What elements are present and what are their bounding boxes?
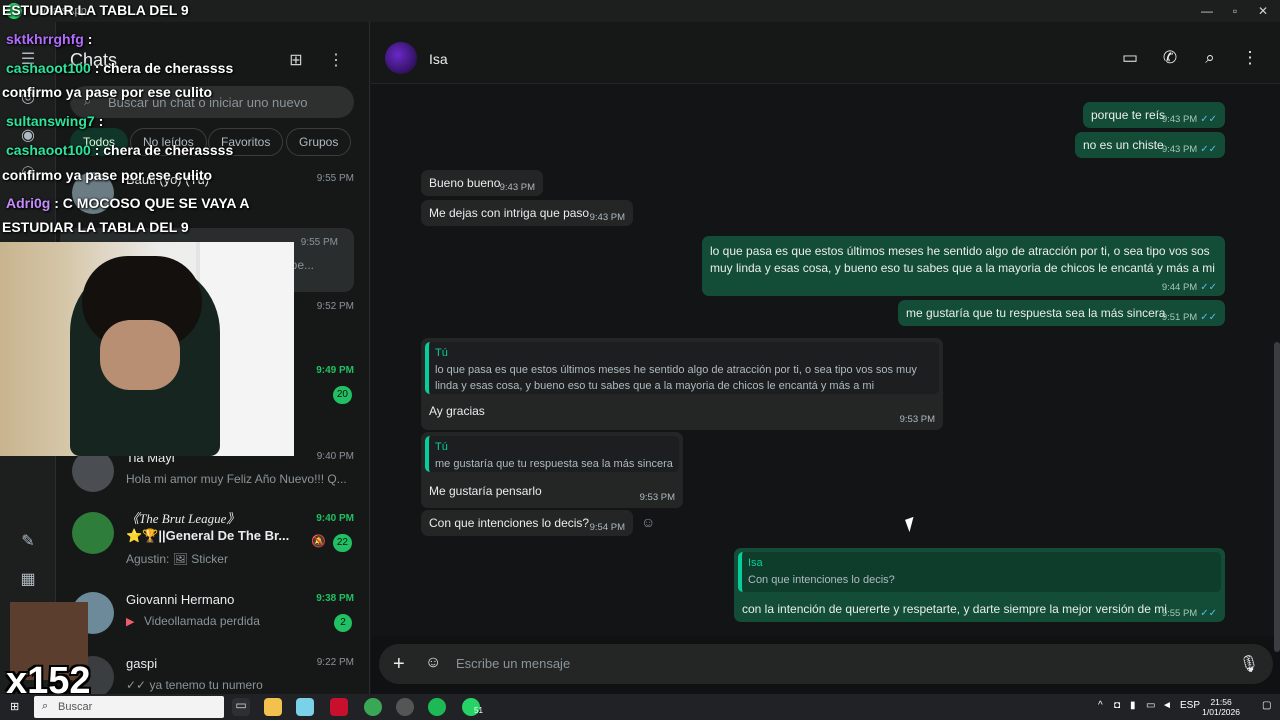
avatar xyxy=(72,450,114,492)
message-input[interactable]: Escribe un mensaje xyxy=(456,656,570,671)
chat-time: 9:22 PM xyxy=(316,657,354,668)
chat-preview: Hola mi amor muy Feliz Año Nuevo!!! Q... xyxy=(126,472,346,486)
chat-name-line2: ⭐🏆||General De The Br... xyxy=(126,528,290,543)
filter-chip-groups[interactable]: Grupos xyxy=(286,128,352,156)
chat-time: 9:38 PM xyxy=(316,593,354,604)
chat-time: 9:55 PM xyxy=(316,173,354,184)
sticker-icon[interactable]: ☺ xyxy=(425,654,441,672)
attach-plus-icon[interactable]: + xyxy=(393,653,405,676)
minimize-button[interactable]: — xyxy=(1192,2,1222,20)
chat-preview: ✓✓ ya tenemo tu numero xyxy=(126,678,263,692)
webcam-overlay xyxy=(0,242,294,456)
chat-preview: Videollamada perdida xyxy=(144,614,260,628)
stream-banner: ESTUDIAR LA TABLA DEL 9 xyxy=(2,2,189,18)
group-avatar xyxy=(72,512,114,554)
tray-icon[interactable]: ◘ xyxy=(1114,700,1120,711)
message-outgoing[interactable]: me gustaría que tu respuesta sea la más … xyxy=(898,300,1225,326)
starred-nav-icon[interactable]: ✎ xyxy=(18,532,38,552)
network-icon[interactable]: ▭ xyxy=(1146,700,1155,711)
voice-call-icon[interactable]: ✆ xyxy=(1159,48,1181,70)
notepad-icon[interactable] xyxy=(296,698,314,716)
chat-time: 9:55 PM xyxy=(300,237,338,248)
file-explorer-icon[interactable] xyxy=(264,698,282,716)
message-outgoing[interactable]: lo que pasa es que estos últimos meses h… xyxy=(702,236,1225,296)
unread-badge: 2 xyxy=(334,614,352,632)
menu-kebab-icon[interactable]: ⋮ xyxy=(326,50,346,70)
read-ticks-icon: ✓✓ xyxy=(1200,144,1217,155)
search-icon[interactable]: ⌕ xyxy=(1199,48,1221,70)
message-composer[interactable]: + ☺ Escribe un mensaje 🎙 xyxy=(379,644,1273,684)
quoted-message[interactable]: Isa Con que intenciones lo decis? xyxy=(738,552,1221,592)
taskbar-search[interactable]: ⌕ Buscar xyxy=(34,696,224,718)
menu-kebab-icon[interactable]: ⋮ xyxy=(1239,48,1261,70)
tray-chevron-icon[interactable]: ^ xyxy=(1098,700,1103,711)
media-nav-icon[interactable]: ▦ xyxy=(18,570,38,590)
task-view-icon[interactable]: ▭ xyxy=(232,698,250,716)
chat-row[interactable]: 《The Brut League》 ⭐🏆||General De The Br.… xyxy=(56,504,370,574)
chat-time: 9:40 PM xyxy=(316,513,354,524)
message-incoming[interactable]: Bueno bueno 9:43 PM xyxy=(421,170,543,196)
conversation-panel: Isa ▭ ✆ ⌕ ⋮ porque te reís 9:43 PM ✓✓ no … xyxy=(371,22,1280,694)
close-button[interactable]: ✕ xyxy=(1248,2,1278,20)
window-titlebar: WhatsApp — ▫ ✕ xyxy=(0,0,1280,22)
app-icon[interactable] xyxy=(330,698,348,716)
chat-preview: Agustin: 🖼 Sticker xyxy=(126,552,228,566)
microphone-icon[interactable]: 🎙 xyxy=(1239,654,1259,674)
taskbar-clock[interactable]: 21:56 1/01/2026 xyxy=(1202,697,1240,717)
chat-name: gaspi xyxy=(126,656,158,671)
language-indicator[interactable]: ESP xyxy=(1180,700,1200,711)
screen: WhatsApp — ▫ ✕ ☰ ◎ ◉ ⚇ ✎ ▦ Chats ⊞ ⋮ ⌕ B… xyxy=(0,0,1280,720)
stream-chat-line: sultanswing7 : xyxy=(6,113,104,129)
search-icon: ⌕ xyxy=(42,700,49,712)
quoted-message[interactable]: Tú lo que pasa es que estos últimos mese… xyxy=(425,342,939,394)
new-chat-icon[interactable]: ⊞ xyxy=(286,50,306,70)
windows-start-icon[interactable]: ⊞ xyxy=(10,700,22,713)
taskbar-whatsapp-badge: 51 xyxy=(474,706,483,715)
quoted-message[interactable]: Tú me gustaría que tu respuesta sea la m… xyxy=(425,436,679,472)
contact-name[interactable]: Isa xyxy=(429,51,448,67)
tray-icon[interactable]: ▮ xyxy=(1130,700,1136,711)
stream-chat-line: sktkhrrghfg : xyxy=(6,31,93,47)
stream-chat-line: ESTUDIAR LA TABLA DEL 9 xyxy=(2,219,189,235)
unread-badge: 22 xyxy=(332,534,352,552)
conversation-header: Isa ▭ ✆ ⌕ ⋮ xyxy=(371,22,1280,84)
maximize-button[interactable]: ▫ xyxy=(1220,2,1250,20)
volume-icon[interactable]: ◄ xyxy=(1162,700,1172,711)
read-ticks-icon: ✓✓ xyxy=(1200,282,1217,293)
chat-time: 9:40 PM xyxy=(316,451,354,462)
chat-time: 9:49 PM xyxy=(316,365,354,376)
windows-taskbar: ⊞ ⌕ Buscar ▭ 51 ^ ◘ ▮ ▭ ◄ ESP 21:56 1/01… xyxy=(0,694,1280,720)
contact-avatar[interactable] xyxy=(385,42,417,74)
message-outgoing[interactable]: no es un chiste 9:43 PM ✓✓ xyxy=(1075,132,1225,158)
obs-icon[interactable] xyxy=(396,698,414,716)
message-incoming-reply[interactable]: Tú lo que pasa es que estos últimos mese… xyxy=(421,338,943,430)
missed-video-call-icon: ▶ xyxy=(126,616,135,628)
message-incoming-reply[interactable]: Tú me gustaría que tu respuesta sea la m… xyxy=(421,432,683,508)
message-outgoing-reply[interactable]: Isa Con que intenciones lo decis? con la… xyxy=(734,548,1225,622)
read-ticks-icon: ✓✓ xyxy=(1200,312,1217,323)
chat-row[interactable]: Giovanni Hermano Videollamada perdida ▶ … xyxy=(56,584,370,648)
message-incoming[interactable]: Me dejas con intriga que paso 9:43 PM xyxy=(421,200,633,226)
stream-chat-line: confirmo ya pase por ese culito xyxy=(2,167,213,183)
chrome-icon[interactable] xyxy=(364,698,382,716)
unread-badge: 20 xyxy=(332,386,352,404)
stream-chat-line: Adri0g : C MOCOSO QUE SE VAYA A xyxy=(6,195,250,211)
stream-chat-line: confirmo ya pase por ese culito xyxy=(2,84,213,100)
scrollbar[interactable] xyxy=(1274,342,1280,652)
chat-name: Giovanni Hermano xyxy=(126,592,235,607)
chat-time: 9:52 PM xyxy=(316,301,354,312)
stream-chat-line: cashaoot100 : chera de cherassss xyxy=(6,60,234,76)
react-emoji-icon[interactable]: ☺ xyxy=(641,514,655,530)
read-ticks-icon: ✓✓ xyxy=(1200,608,1217,619)
message-outgoing[interactable]: porque te reís 9:43 PM ✓✓ xyxy=(1083,102,1225,128)
chat-name: 《The Brut League》 xyxy=(126,511,240,526)
muted-icon: 🔕 xyxy=(311,534,326,548)
video-call-icon[interactable]: ▭ xyxy=(1119,48,1141,70)
read-ticks-icon: ✓✓ xyxy=(1200,114,1217,125)
spotify-icon[interactable] xyxy=(428,698,446,716)
message-incoming[interactable]: Con que intenciones lo decis? 9:54 PM xyxy=(421,510,633,536)
stream-chat-line: cashaoot100 : chera de cherassss xyxy=(6,142,234,158)
notifications-icon[interactable]: ▢ xyxy=(1262,700,1271,711)
